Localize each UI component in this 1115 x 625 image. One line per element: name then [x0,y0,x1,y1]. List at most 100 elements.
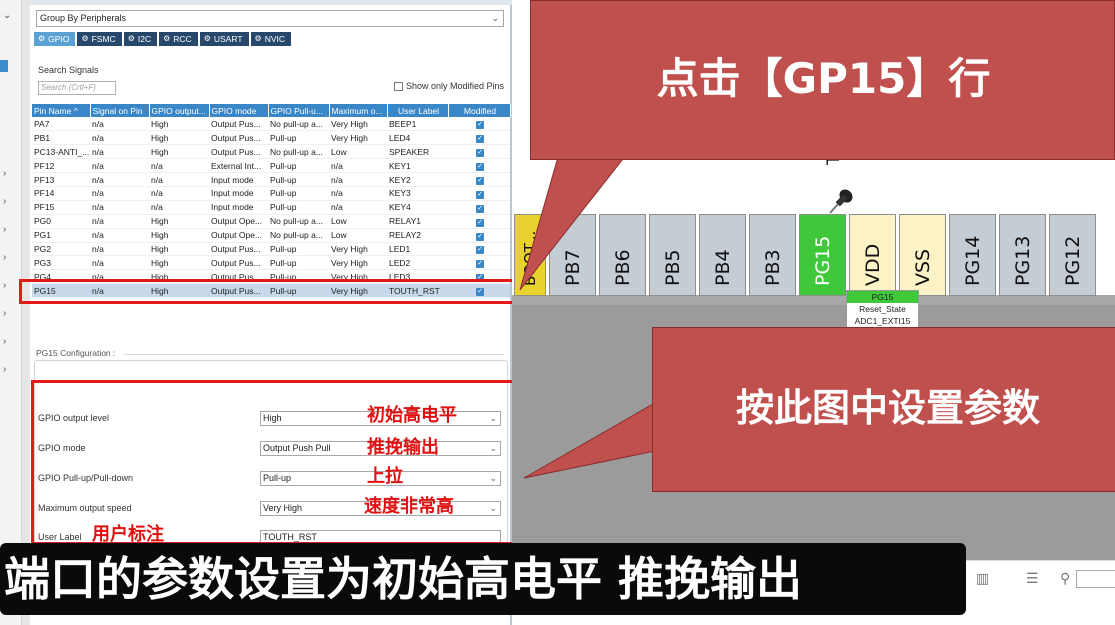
pin-vss[interactable]: VSS [899,214,946,296]
tooltip-reset-state[interactable]: Reset_State [847,303,918,315]
checkbox-icon[interactable]: ✓ [476,246,484,255]
show-only-modified-checkbox[interactable]: Show only Modified Pins [394,81,504,91]
gear-icon: ⚙ [38,34,46,43]
group-by-select[interactable]: Group By Peripherals ⌄ [36,10,504,27]
table-cell: n/a [90,200,149,215]
table-cell: Pull-up [268,172,329,187]
checkbox-icon[interactable]: ✓ [476,177,484,185]
table-row[interactable]: PC13-ANTI_... n/a High Output Pus... No pull… [32,144,510,160]
chevron-right-icon[interactable]: › [3,336,6,347]
pin-vdd[interactable]: VDD [849,214,896,296]
pin-pb7[interactable]: PB7 [549,214,596,296]
modified-checkbox[interactable]: ✓ [448,117,510,132]
layout-icon[interactable]: ▥ [976,570,989,587]
pin-pg12[interactable]: PG12 [1049,214,1096,296]
list-icon[interactable]: ☰ [1026,570,1039,587]
checkbox-icon[interactable]: ✓ [476,135,484,144]
modified-checkbox[interactable]: ✓ [448,242,510,257]
checkbox-icon[interactable] [394,81,403,91]
tab-fsmc[interactable]: ⚙ FSMC [77,32,122,46]
chevron-right-icon[interactable]: › [3,252,6,263]
zoom-input[interactable] [1076,570,1115,588]
pin-pg13[interactable]: PG13 [999,214,1046,296]
table-cell: LED4 [387,130,448,146]
table-cell: n/a [149,158,209,174]
checkbox-icon[interactable]: ✓ [476,260,484,269]
modified-checkbox[interactable]: ✓ [448,172,510,187]
modified-checkbox[interactable]: ✓ [448,200,510,215]
highlight-box-pg15-row [19,279,524,304]
video-subtitle: 端口的参数设置为初始高电平 推挽输出 [0,543,966,615]
chevron-right-icon[interactable]: › [3,364,6,375]
chevron-right-icon[interactable]: › [3,168,6,179]
pin-pb3[interactable]: PB3 [749,214,796,296]
table-row[interactable]: PF13 n/a n/a Input mode Pull-up n/a KEY2 ✓ [32,172,510,187]
tab-gpio[interactable]: ⚙ GPIO [34,32,76,46]
table-row[interactable]: PG2 n/a High Output Pus... Pull-up Very High L… [32,242,510,257]
checkbox-icon[interactable]: ✓ [476,163,484,172]
callout-click-row-text: 点击【GP15】行 [656,54,991,103]
table-cell: n/a [90,117,149,132]
column-header[interactable]: Maximum o... [329,104,388,117]
modified-checkbox[interactable]: ✓ [448,228,510,243]
search-icon[interactable]: ⚲ [1060,570,1070,587]
panel-splitter[interactable] [22,0,30,625]
modified-checkbox[interactable]: ✓ [448,130,510,146]
table-row[interactable]: PG0 n/a High Output Ope... No pull-up a... Lo… [32,214,510,229]
chevron-right-icon[interactable]: › [3,308,6,319]
table-header-row: Pin Name ^ Signal on Pin GPIO output... … [32,104,511,117]
pin-pg14[interactable]: PG14 [949,214,996,296]
chevron-right-icon[interactable]: › [3,224,6,235]
modified-checkbox[interactable]: ✓ [448,186,510,201]
chevron-right-icon[interactable]: › [3,280,6,291]
table-row[interactable]: PA7 n/a High Output Pus... No pull-up a... Ve… [32,117,510,132]
table-row[interactable]: PG3 n/a High Output Pus... Pull-up Very High L… [32,255,510,271]
modified-checkbox[interactable]: ✓ [448,144,510,160]
modified-checkbox[interactable]: ✓ [448,214,510,229]
column-header[interactable]: Pin Name ^ [32,104,91,117]
table-cell: LED2 [387,255,448,271]
column-header[interactable]: GPIO output... [149,104,210,117]
pin-pb5[interactable]: PB5 [649,214,696,296]
chevron-down-icon[interactable]: ⌄ [3,10,11,21]
chevron-down-icon: ⌄ [491,13,499,23]
table-row[interactable]: PF14 n/a n/a Input mode Pull-up n/a KEY3 ✓ [32,186,510,201]
pin-pb6[interactable]: PB6 [599,214,646,296]
tab-usart[interactable]: ⚙ USART [199,32,249,46]
checkbox-icon[interactable]: ✓ [476,121,484,130]
callout-set-params-text: 按此图中设置参数 [735,386,1040,430]
chevron-right-icon[interactable]: › [3,196,6,207]
search-input[interactable]: Search (Crtl+F) [38,81,116,95]
table-cell: n/a [90,255,149,271]
column-header[interactable]: Signal on Pin [90,104,150,117]
gear-icon: ⚙ [127,34,135,43]
pin-pb4[interactable]: PB4 [699,214,746,296]
tab-rcc[interactable]: ⚙ RCC [159,32,198,46]
tooltip-adc-exti[interactable]: ADC1_EXTI15 [847,315,918,327]
column-header[interactable]: User Label [387,104,449,117]
checkbox-icon[interactable]: ✓ [476,204,484,213]
table-cell: High [149,130,209,146]
pin-boot0[interactable]: BOOT... [514,214,546,296]
checkbox-icon[interactable]: ✓ [476,232,484,241]
checkbox-icon[interactable]: ✓ [476,149,484,158]
pin-pg15[interactable]: PG15 [799,214,846,296]
modified-checkbox[interactable]: ✓ [448,255,510,271]
column-header[interactable]: Modified [448,104,511,117]
table-row[interactable]: PF12 n/a n/a External Int... Pull-up n/a KEY1 ✓ [32,158,510,174]
checkbox-icon[interactable]: ✓ [476,190,484,199]
table-row[interactable]: PF15 n/a n/a Input mode Pull-up n/a KEY4 ✓ [32,200,510,215]
table-row[interactable]: PG1 n/a High Output Ope... No pull-up a... Lo… [32,228,510,243]
tab-i2c[interactable]: ⚙ I2C [123,32,158,46]
column-header[interactable]: GPIO Pull-u... [268,104,330,117]
table-row[interactable]: PB1 n/a High Output Pus... Pull-up Very High L… [32,130,510,146]
modified-checkbox[interactable]: ✓ [448,158,510,174]
column-header[interactable]: GPIO mode [209,104,269,117]
left-side-panel: ⌄ › › › › › › › › [0,0,22,625]
table-cell: Pull-up [268,255,329,271]
table-cell: Pull-up [268,130,329,146]
table-cell: Low [329,228,387,243]
tab-nvic[interactable]: ⚙ NVIC [250,32,292,46]
checkbox-icon[interactable]: ✓ [476,218,484,227]
table-cell: LED1 [387,242,448,257]
